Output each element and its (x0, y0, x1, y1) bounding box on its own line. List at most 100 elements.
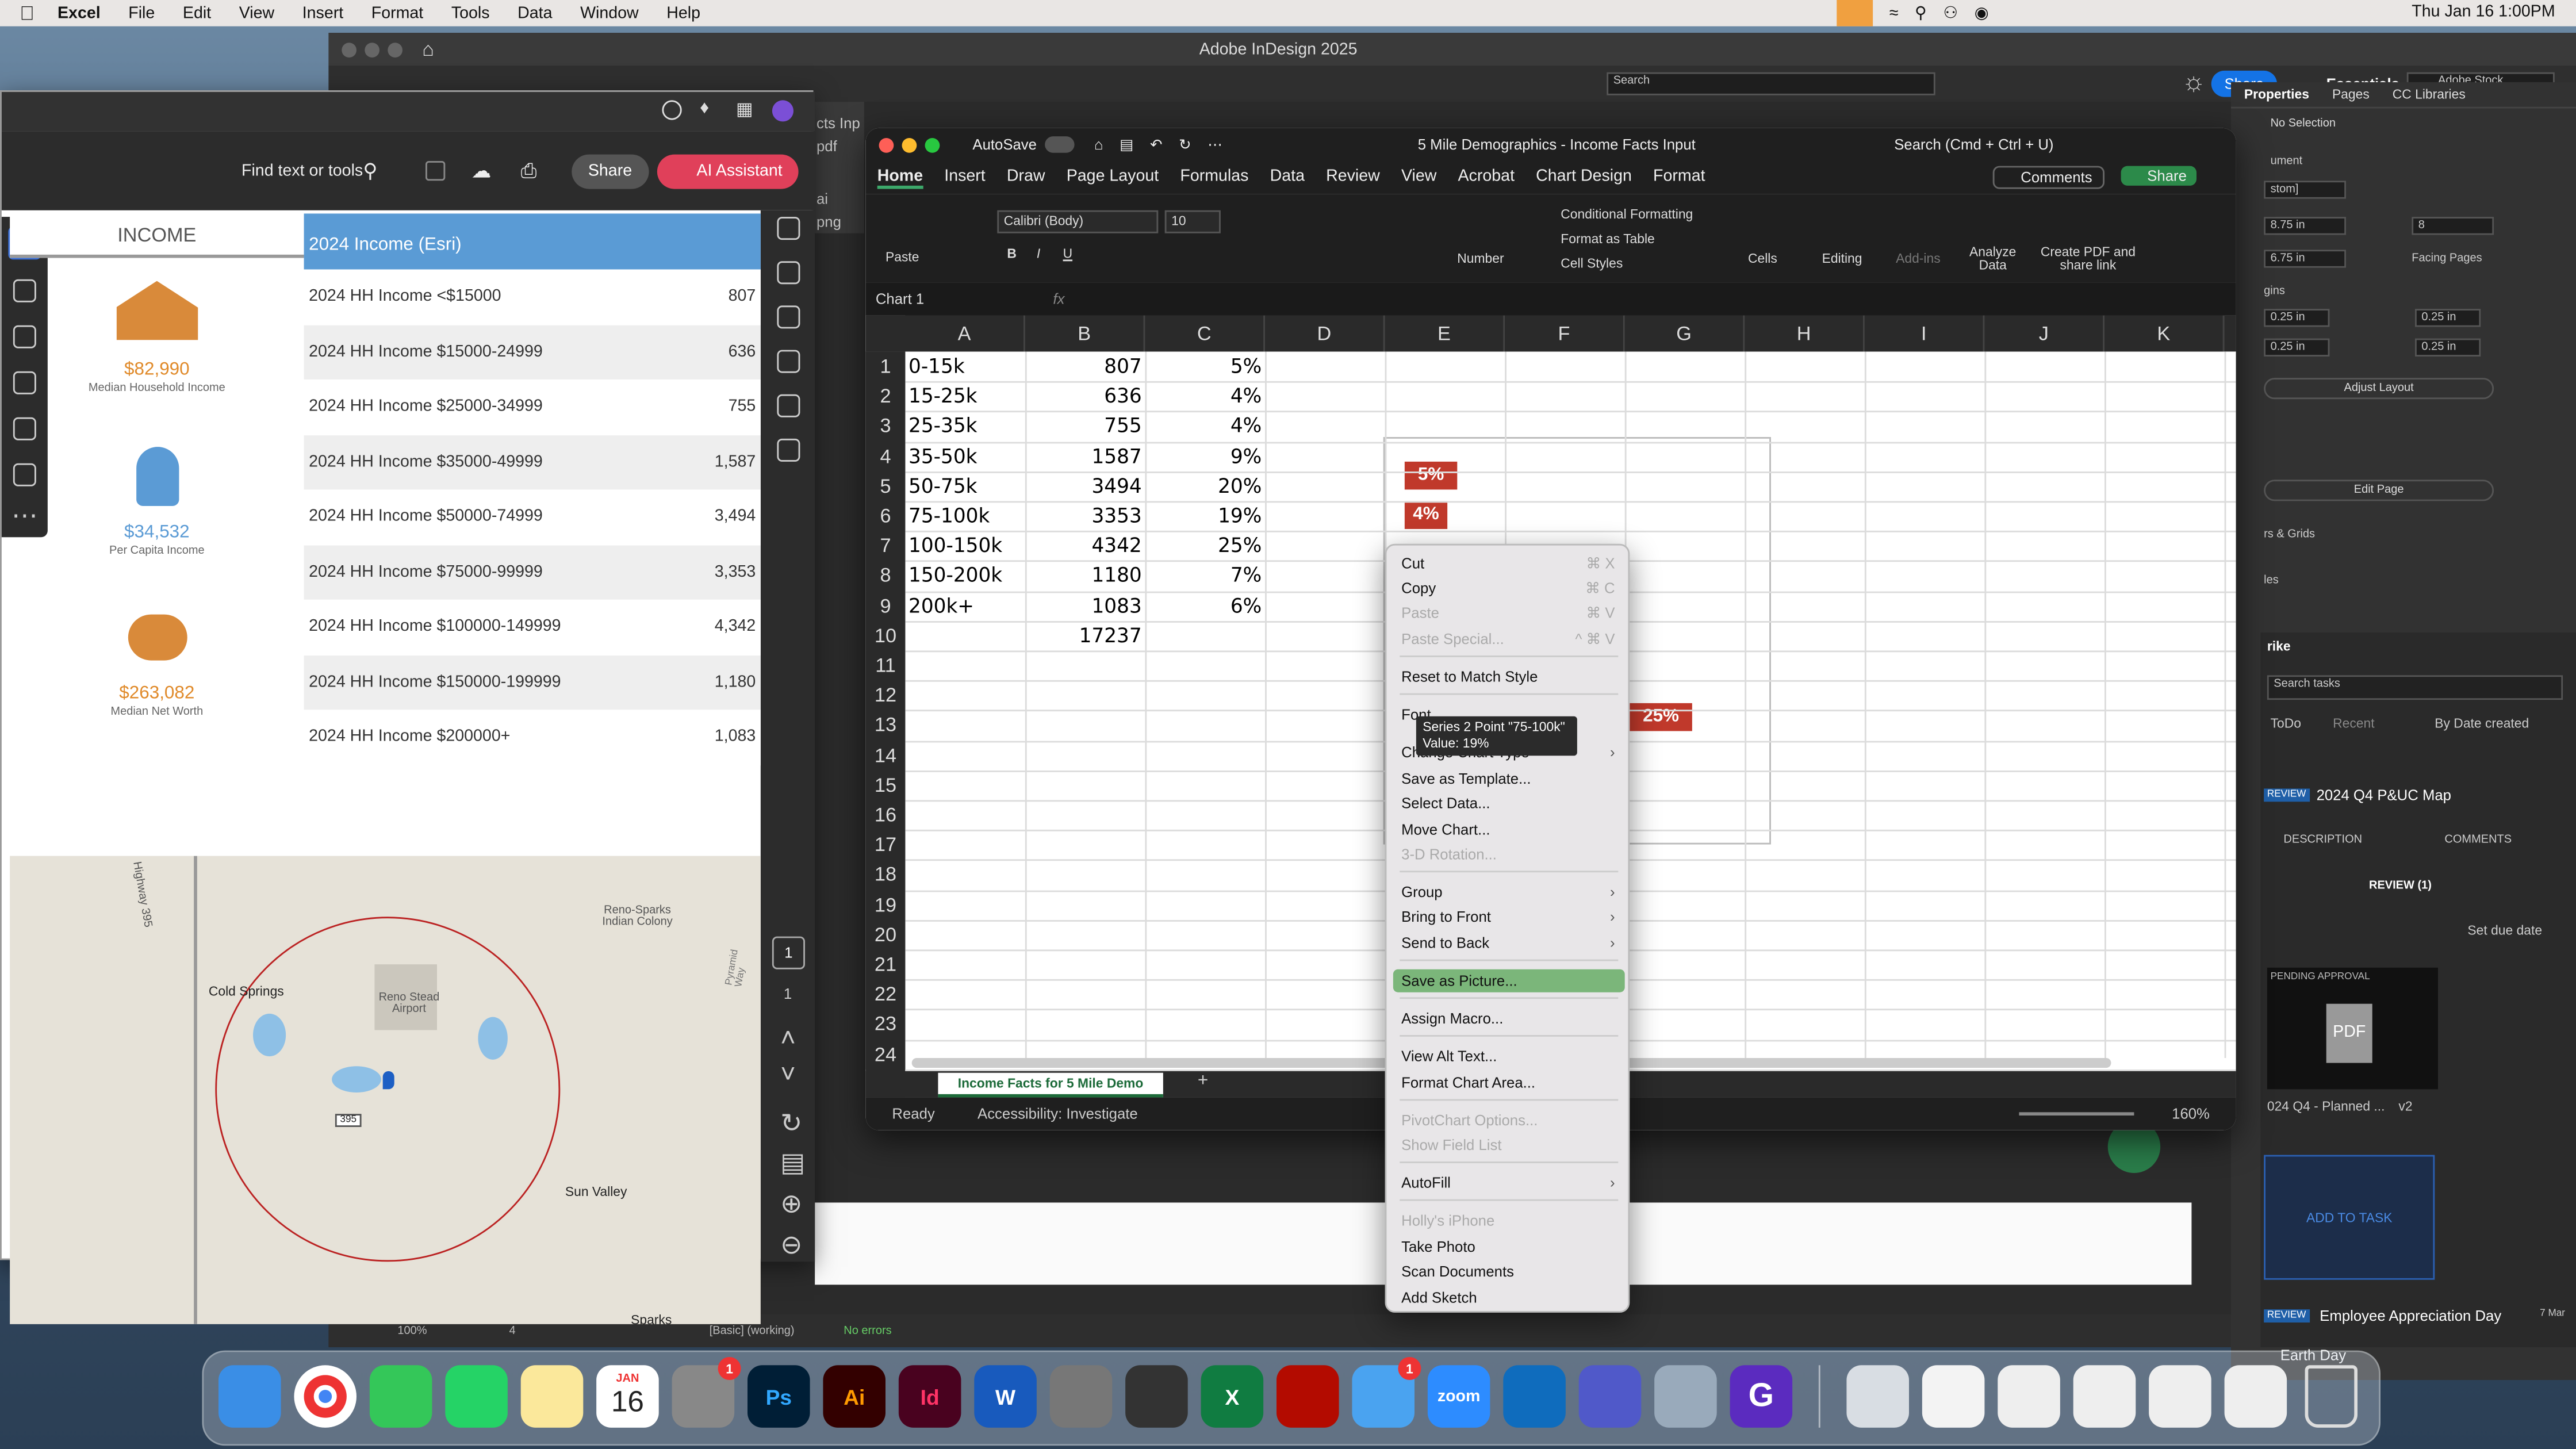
find-tools-input[interactable]: Find text or tools (241, 162, 363, 179)
ribbon-tab-view[interactable]: View (1401, 167, 1436, 189)
accessibility-status[interactable]: Accessibility: Investigate (977, 1106, 1138, 1122)
cell-A7[interactable]: 100-150k (908, 531, 1022, 560)
link-name-2[interactable]: pdf (816, 135, 862, 158)
edit-pdf-icon[interactable] (776, 217, 799, 240)
menu-save-template[interactable]: Save as Template... (1393, 767, 1625, 790)
menu-alt-text[interactable]: View Alt Text... (1393, 1045, 1625, 1068)
menu-send-back[interactable]: Send to Back › (1393, 931, 1625, 954)
font-select[interactable]: Calibri (Body) (997, 210, 1159, 233)
excel-icon[interactable]: X (1201, 1365, 1264, 1428)
cell-B2[interactable]: 636 (1029, 381, 1141, 411)
finder-icon[interactable] (218, 1365, 281, 1428)
search-icon[interactable]: ⚲ (363, 159, 377, 182)
menu-app-name[interactable]: Excel (57, 4, 101, 22)
row-header[interactable]: 3 (865, 411, 906, 442)
menu-scan-documents[interactable]: Scan Documents (1393, 1260, 1625, 1283)
bell-icon[interactable]: ♦ (700, 98, 709, 118)
file-name[interactable]: 024 Q4 - Planned ... (2267, 1099, 2385, 1114)
recent-doc-3-icon[interactable] (2149, 1365, 2211, 1428)
column-header[interactable]: C (1145, 315, 1265, 352)
g-app-icon[interactable]: G (1730, 1365, 1793, 1428)
indesign-icon[interactable]: Id (898, 1365, 961, 1428)
analyze-data[interactable]: Analyze Data (1968, 246, 2018, 273)
cell-C3[interactable]: 4% (1148, 411, 1262, 440)
italic-button[interactable]: I (1037, 247, 1040, 262)
cell-B4[interactable]: 1587 (1029, 441, 1141, 470)
menu-group[interactable]: Group › (1393, 880, 1625, 903)
menu-tools[interactable]: Tools (451, 4, 490, 22)
cell-A6[interactable]: 75-100k (908, 501, 1022, 530)
page-number[interactable]: 4 (509, 1325, 515, 1336)
link-name-1[interactable]: cts Inp (816, 112, 862, 135)
mic-icon[interactable] (1837, 0, 1873, 26)
chart-data-label-2[interactable]: 4% (1404, 501, 1448, 529)
description-tab[interactable]: DESCRIPTION (2283, 834, 2362, 846)
task-title[interactable]: 2024 Q4 P&UC Map (2317, 787, 2451, 804)
excel-share-button[interactable]: Share (2121, 166, 2197, 186)
upload-cloud-icon[interactable]: ☁ (471, 159, 491, 182)
zoom-percent[interactable]: 160% (2172, 1106, 2210, 1122)
cell-B9[interactable]: 1083 (1029, 591, 1141, 620)
review-count[interactable]: REVIEW (1) (2369, 880, 2432, 892)
preview-icon[interactable] (1654, 1365, 1717, 1428)
menu-move-chart[interactable]: Move Chart... (1393, 818, 1625, 841)
cell-B3[interactable]: 755 (1029, 411, 1141, 440)
home-icon[interactable]: ⌂ (422, 38, 434, 61)
cell-B7[interactable]: 4342 (1029, 531, 1141, 560)
acrobat-icon[interactable] (1276, 1365, 1339, 1428)
sheet-tab[interactable]: Income Facts for 5 Mile Demo (938, 1072, 1163, 1098)
page-size-select[interactable]: stom] (2264, 181, 2346, 199)
menu-clock[interactable]: Thu Jan 16 1:00PM (2412, 3, 2555, 21)
cell-C1[interactable]: 5% (1148, 351, 1262, 381)
cell-A1[interactable]: 0-15k (908, 351, 1022, 381)
row-header[interactable]: 13 (865, 710, 906, 741)
illustrator-icon[interactable]: Ai (823, 1365, 885, 1428)
cell-A4[interactable]: 35-50k (908, 441, 1022, 470)
addins-group[interactable]: Add-ins (1896, 251, 1941, 266)
row-header[interactable]: 16 (865, 800, 906, 830)
notes-icon[interactable] (520, 1365, 584, 1428)
menu-take-photo[interactable]: Take Photo (1393, 1236, 1625, 1259)
row-header[interactable]: 15 (865, 770, 906, 800)
menu-cut[interactable]: Cut ⌘ X (1393, 552, 1625, 575)
comments-icon[interactable] (776, 261, 799, 285)
column-header[interactable]: A (905, 315, 1025, 352)
cell-B6[interactable]: 3353 (1029, 501, 1141, 530)
cell-styles[interactable]: Cell Styles (1561, 256, 1623, 271)
cell-B5[interactable]: 3494 (1029, 471, 1141, 500)
ribbon-tab-data[interactable]: Data (1270, 167, 1305, 189)
whatsapp-icon[interactable] (445, 1365, 508, 1428)
ribbon-tab-formulas[interactable]: Formulas (1180, 167, 1248, 189)
document-stack-icon[interactable] (1922, 1365, 1985, 1428)
structure-icon[interactable] (776, 438, 799, 462)
excel-doc-title[interactable]: 5 Mile Demographics - Income Facts Input (1418, 136, 1696, 153)
comments-button[interactable]: Comments (1992, 166, 2104, 189)
column-header[interactable]: F (1505, 315, 1625, 352)
mail-icon[interactable]: 1 (1352, 1357, 1421, 1428)
window-max-dot[interactable] (388, 41, 402, 57)
scroll-down-icon[interactable]: ˅ (780, 1061, 796, 1091)
cell-C4[interactable]: 9% (1148, 441, 1262, 470)
save-icon[interactable] (425, 161, 446, 181)
recent-doc-4-icon[interactable] (2224, 1365, 2287, 1428)
zoom-slider[interactable] (2019, 1112, 2134, 1116)
extract-icon[interactable]: ▤ (780, 1147, 805, 1179)
teams-icon[interactable] (1578, 1365, 1642, 1428)
ribbon-tab-draw[interactable]: Draw (1007, 167, 1045, 189)
menu-file[interactable]: File (128, 4, 155, 22)
sort-select[interactable]: By Date created (2435, 716, 2529, 731)
row-header[interactable]: 10 (865, 620, 906, 651)
cell-B1[interactable]: 807 (1029, 351, 1141, 381)
column-header[interactable]: D (1265, 315, 1385, 352)
recent-doc-2-icon[interactable] (2073, 1365, 2136, 1428)
paste-button[interactable]: Paste (885, 250, 919, 264)
zoom-app-icon[interactable]: zoom (1427, 1365, 1490, 1428)
tab-pages[interactable]: Pages (2332, 87, 2370, 102)
menu-bring-front[interactable]: Bring to Front › (1393, 905, 1625, 928)
cell-C8[interactable]: 7% (1148, 561, 1262, 590)
row-header[interactable]: 19 (865, 890, 906, 920)
save-icon-xl[interactable]: ▤ (1120, 136, 1133, 154)
add-to-task-button[interactable]: ADD TO TASK (2264, 1155, 2435, 1280)
row-header[interactable]: 6 (865, 501, 906, 531)
add-sheet-icon[interactable]: + (1198, 1071, 1208, 1091)
